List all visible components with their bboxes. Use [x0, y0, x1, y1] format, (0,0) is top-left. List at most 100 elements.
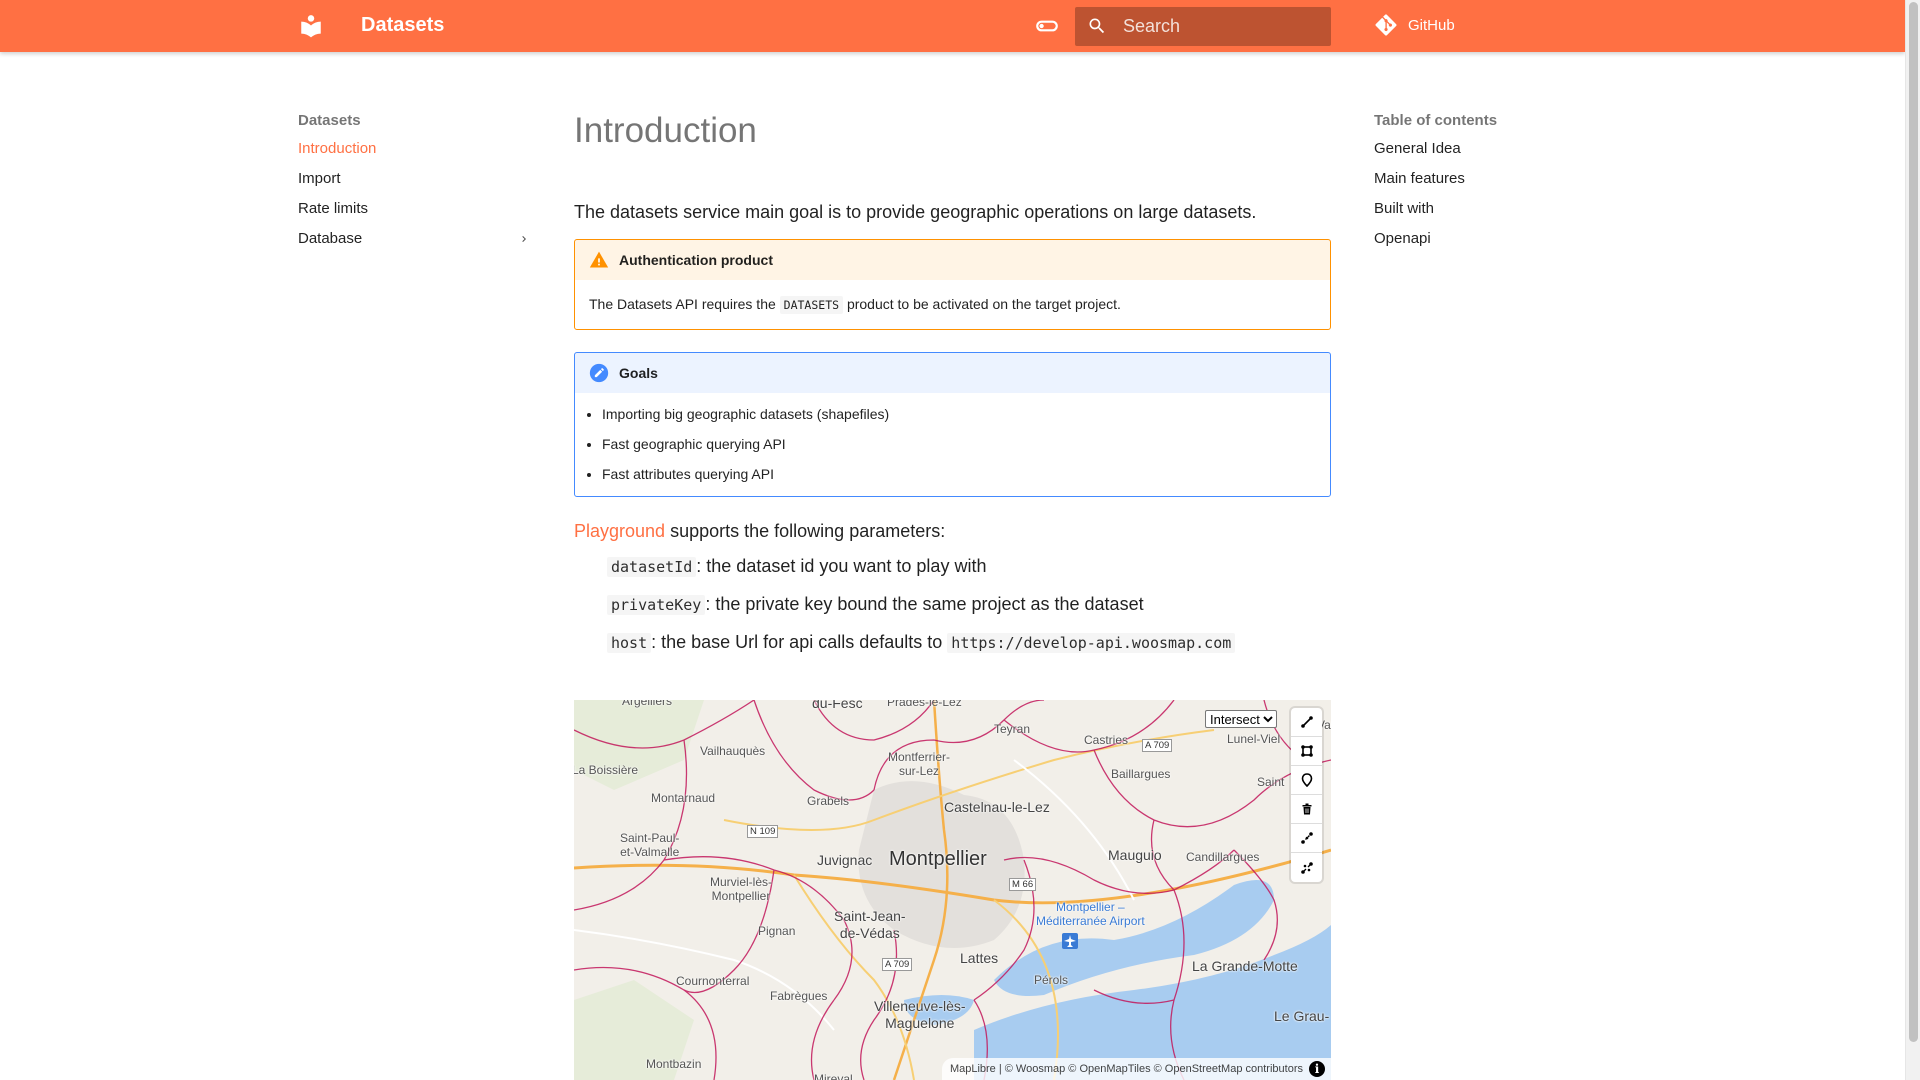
git-icon — [1375, 14, 1397, 36]
map-label-vailhauques: Vailhauquès — [700, 744, 766, 758]
chevron-right-icon[interactable] — [518, 233, 530, 245]
toc-item-general-idea[interactable]: General Idea — [1374, 140, 1594, 170]
github-repo-link[interactable]: GitHub — [1374, 13, 1455, 37]
params-list: datasetId: the dataset id you want to pl… — [574, 552, 1331, 657]
toc-item-built-with[interactable]: Built with — [1374, 200, 1594, 230]
param-desc-dataset-id: : the dataset id you want to play with — [696, 556, 987, 576]
attribution-info-icon[interactable]: i — [1309, 1061, 1325, 1077]
param-desc-host: : the base Url for api calls defaults to — [651, 632, 943, 652]
intro-paragraph: The datasets service main goal is to pro… — [574, 202, 1257, 222]
map-label-castries: Castries — [1084, 733, 1129, 747]
road-badge-a709-south: A 709 — [882, 958, 913, 971]
combine-features-button[interactable] — [1291, 824, 1322, 853]
map-label-le-grau: Le Grau- — [1274, 1008, 1330, 1024]
map-label-montarnaud: Montarnaud — [651, 791, 716, 805]
map-label-grabels: Grabels — [807, 794, 850, 808]
map-label-juvignac: Juvignac — [817, 852, 873, 868]
search-icon — [1089, 18, 1105, 34]
playground-map[interactable]: Argelliers du-Fesc Prades-le-Lez Teyran … — [574, 700, 1331, 1080]
draw-point-button[interactable] — [1291, 766, 1322, 795]
map-label-villeneuve: Villeneuve-lès- Maguelone — [874, 998, 966, 1031]
search-input[interactable] — [1123, 7, 1323, 46]
toc-item-main-features[interactable]: Main features — [1374, 170, 1594, 200]
goal-item: Fast geographic querying API — [602, 434, 1330, 454]
map-label-argelliers: Argelliers — [622, 700, 673, 708]
map-label-mauguio: Mauguio — [1108, 847, 1162, 863]
toc-item-openapi[interactable]: Openapi — [1374, 230, 1594, 260]
map-label-cournonterral: Cournonterral — [676, 974, 750, 988]
warning-admonition-header: Authentication product — [575, 240, 1330, 280]
combine-icon — [1300, 832, 1313, 844]
pencil-icon — [589, 363, 609, 383]
map-label-baillargues: Baillargues — [1111, 767, 1171, 781]
map-label-lunel-viel: Lunel-Viel — [1227, 732, 1281, 746]
map-label-montbazin: Montbazin — [646, 1057, 702, 1071]
road-badge-m66: M 66 — [1009, 878, 1037, 891]
primary-nav: Datasets Introduction Import Rate limits… — [298, 112, 534, 260]
param-desc-private-key: : the private key bound the same project… — [705, 594, 1144, 614]
draw-polygon-button[interactable] — [1291, 737, 1322, 766]
page-scrollbar[interactable] — [1905, 0, 1920, 1080]
param-item-private-key: privateKey: the private key bound the sa… — [607, 590, 1331, 619]
nav-item-database[interactable]: Database — [298, 230, 534, 260]
nav-item-import[interactable]: Import — [298, 170, 534, 200]
scrollbar-thumb[interactable] — [1909, 2, 1918, 1042]
airport-icon — [1062, 933, 1078, 949]
datasets-product-code: DATASETS — [779, 296, 844, 314]
warning-text-before: The Datasets API requires the — [589, 296, 776, 312]
goals-admonition: Goals Importing big geographic datasets … — [574, 352, 1331, 497]
map-label-perols: Pérols — [1034, 973, 1069, 987]
road-badge-n109: N 109 — [747, 825, 779, 838]
map-label-castelnau-le-lez: Castelnau-le-Lez — [944, 799, 1050, 815]
warning-icon — [589, 251, 609, 268]
goal-item: Fast attributes querying API — [602, 464, 1330, 484]
map-label-saint-bres: Saint — [1257, 775, 1285, 789]
param-code-private-key: privateKey — [607, 595, 706, 615]
map-label-montferrier: Montferrier- sur-Lez — [888, 750, 951, 778]
book-logo-icon[interactable] — [298, 13, 324, 39]
toc-title: Table of contents — [1374, 112, 1498, 129]
warning-admonition-body: The Datasets API requires the DATASETS p… — [575, 280, 1330, 329]
map-label-du-fesc: du-Fesc — [812, 700, 863, 711]
nav-item-rate-limits[interactable]: Rate limits — [298, 200, 534, 230]
draw-toolbar — [1291, 708, 1322, 882]
marker-icon — [1301, 773, 1312, 787]
warning-admonition: Authentication product The Datasets API … — [574, 239, 1331, 330]
line-icon — [1300, 716, 1313, 728]
playground-link[interactable]: Playground — [574, 521, 665, 541]
warning-admonition-title: Authentication product — [619, 252, 773, 268]
param-code-host-url: https://develop-api.woosmap.com — [947, 633, 1236, 653]
search-box[interactable] — [1075, 7, 1331, 46]
uncombine-features-button[interactable] — [1291, 853, 1322, 882]
map-attribution[interactable]: MapLibre | © Woosmap © OpenMapTiles © Op… — [941, 1058, 1331, 1080]
params-intro-text: supports the following parameters: — [670, 521, 946, 541]
map-label-la-boissiere: La Boissière — [574, 763, 639, 777]
nav-item-introduction[interactable]: Introduction — [298, 140, 534, 170]
map-label-mireval: Mireval — [814, 1072, 853, 1080]
page-title: Introduction — [574, 111, 757, 150]
main-content: Introduction The datasets service main g… — [574, 108, 1331, 670]
map-label-saint-jean-de-vedas: Saint-Jean- de-Védas — [834, 908, 906, 941]
nav-item-database-label: Database — [298, 230, 363, 247]
map-label-montpellier: Montpellier — [889, 848, 987, 870]
draw-line-button[interactable] — [1291, 708, 1322, 737]
map-label-pignan: Pignan — [758, 924, 796, 938]
goals-admonition-header: Goals — [575, 353, 1330, 393]
param-item-host: host: the base Url for api calls default… — [607, 628, 1331, 657]
trash-icon — [1302, 803, 1311, 815]
color-scheme-toggle-button[interactable] — [1032, 12, 1062, 40]
warning-text-after: product to be activated on the target pr… — [846, 296, 1121, 312]
map-label-teyran: Teyran — [994, 722, 1031, 736]
spatial-operation-select-wrap: Intersect — [1205, 710, 1277, 729]
delete-feature-button[interactable] — [1291, 795, 1322, 824]
goals-list: Importing big geographic datasets (shape… — [575, 393, 1330, 496]
header-bar: Datasets GitHub — [0, 0, 1905, 52]
map-label-candillargues: Candillargues — [1186, 850, 1260, 864]
param-item-dataset-id: datasetId: the dataset id you want to pl… — [607, 552, 1331, 581]
map-label-saint-paul: Saint-Paul- et-Valmalle — [620, 831, 680, 859]
site-title[interactable]: Datasets — [361, 14, 444, 37]
param-code-host: host — [607, 633, 652, 653]
param-code-dataset-id: datasetId — [607, 557, 697, 577]
spatial-operation-select[interactable]: Intersect — [1205, 710, 1277, 728]
road-badge-a709-north: A 709 — [1142, 739, 1173, 752]
